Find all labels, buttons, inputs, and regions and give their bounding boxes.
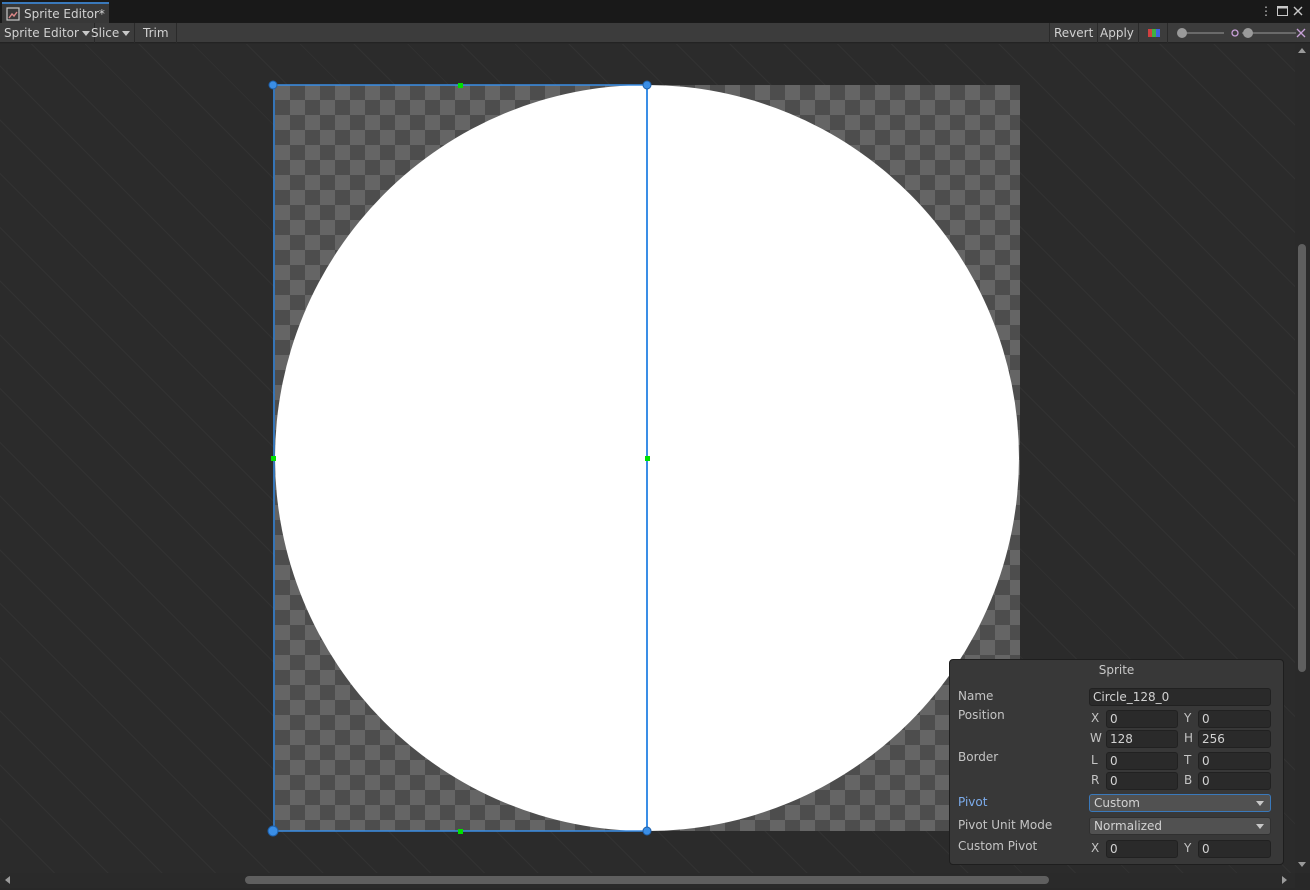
edge-handle[interactable] xyxy=(458,83,463,88)
custom-pivot-x-label: X xyxy=(1091,841,1100,855)
scroll-left-icon[interactable] xyxy=(5,876,10,884)
w-label: W xyxy=(1090,731,1102,745)
mode-label: Sprite Editor xyxy=(4,26,79,40)
pivot-unit-mode-dropdown[interactable]: Normalized xyxy=(1089,817,1271,835)
height-field[interactable]: 256 xyxy=(1198,730,1271,748)
pivot-label: Pivot xyxy=(958,795,988,809)
l-label: L xyxy=(1091,753,1098,767)
slice-dropdown[interactable]: Slice xyxy=(87,23,136,43)
apply-label: Apply xyxy=(1100,26,1134,40)
pivot-value: Custom xyxy=(1094,796,1140,810)
horizontal-scrollbar[interactable] xyxy=(0,873,1295,888)
color-channel-toggle[interactable] xyxy=(1140,23,1168,43)
corner-handle[interactable] xyxy=(267,825,279,837)
r-label: R xyxy=(1091,773,1100,787)
mode-dropdown[interactable]: Sprite Editor xyxy=(0,23,95,43)
pivot-unit-mode-label: Pivot Unit Mode xyxy=(958,818,1053,832)
y-label: Y xyxy=(1184,711,1192,725)
position-y-field[interactable]: 0 xyxy=(1198,710,1271,728)
scroll-down-icon[interactable] xyxy=(1298,862,1306,867)
vertical-scrollbar[interactable] xyxy=(1295,44,1310,873)
position-x-field[interactable]: 0 xyxy=(1106,710,1178,728)
color-channel-icon xyxy=(1147,29,1160,37)
chevron-down-icon xyxy=(1256,824,1264,829)
border-top-field[interactable]: 0 xyxy=(1198,752,1271,770)
chevron-down-icon xyxy=(1256,801,1264,806)
edge-handle[interactable] xyxy=(271,456,276,461)
pivot-dropdown[interactable]: Custom xyxy=(1089,794,1271,812)
revert-label: Revert xyxy=(1054,26,1094,40)
apply-button[interactable]: Apply xyxy=(1096,23,1139,43)
corner-handle[interactable] xyxy=(642,80,652,90)
edge-handle[interactable] xyxy=(645,456,650,461)
vertical-scroll-thumb[interactable] xyxy=(1298,244,1306,672)
trim-button[interactable]: Trim xyxy=(136,23,177,43)
border-bottom-field[interactable]: 0 xyxy=(1198,772,1271,790)
pivot-unit-mode-value: Normalized xyxy=(1094,819,1163,833)
slice-label: Slice xyxy=(91,26,120,40)
close-icon[interactable] xyxy=(1290,3,1306,19)
border-label: Border xyxy=(958,750,999,764)
corner-handle[interactable] xyxy=(642,826,652,836)
sprite-inspector-panel: Sprite Name Circle_128_0 Position X 0 Y … xyxy=(949,659,1284,865)
custom-pivot-label: Custom Pivot xyxy=(958,839,1038,853)
maximize-icon[interactable] xyxy=(1274,3,1290,19)
sprite-editor-icon xyxy=(6,6,20,21)
custom-pivot-x-field[interactable]: 0 xyxy=(1106,840,1178,858)
trim-label: Trim xyxy=(143,26,169,40)
zoom-sliders[interactable] xyxy=(1174,26,1308,40)
scroll-right-icon[interactable] xyxy=(1282,876,1287,884)
revert-button[interactable]: Revert xyxy=(1049,23,1099,43)
h-label: H xyxy=(1184,731,1194,745)
corner-handle[interactable] xyxy=(268,80,278,90)
tab-title: Sprite Editor* xyxy=(24,6,105,21)
custom-pivot-y-label: Y xyxy=(1184,841,1192,855)
edge-handle[interactable] xyxy=(458,829,463,834)
scroll-up-icon[interactable] xyxy=(1298,48,1306,53)
name-label: Name xyxy=(958,689,994,703)
panel-title: Sprite xyxy=(1098,663,1135,677)
width-field[interactable]: 128 xyxy=(1106,730,1178,748)
name-field[interactable]: Circle_128_0 xyxy=(1089,688,1271,706)
custom-pivot-y-field[interactable]: 0 xyxy=(1198,840,1271,858)
border-left-field[interactable]: 0 xyxy=(1106,752,1178,770)
t-label: T xyxy=(1184,753,1192,767)
chevron-down-icon xyxy=(122,30,131,36)
position-label: Position xyxy=(958,708,1005,722)
tab-sprite-editor[interactable]: Sprite Editor* xyxy=(2,2,109,23)
border-right-field[interactable]: 0 xyxy=(1106,772,1178,790)
horizontal-scroll-thumb[interactable] xyxy=(245,876,1049,884)
toolbar: Sprite Editor Slice Trim Revert Apply xyxy=(0,23,1310,43)
x-label: X xyxy=(1091,711,1100,725)
more-vert-icon[interactable]: ⋮ xyxy=(1258,3,1274,19)
window-tab-bar: Sprite Editor* ⋮ xyxy=(0,0,1310,23)
b-label: B xyxy=(1184,773,1193,787)
